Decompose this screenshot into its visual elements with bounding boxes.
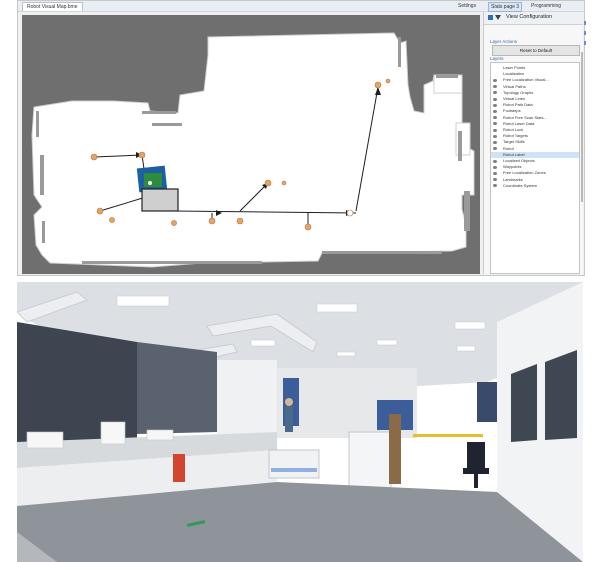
person — [285, 398, 293, 432]
occupancy-map[interactable] — [22, 15, 480, 274]
stats-tool[interactable]: Stats page 3 — [488, 2, 523, 12]
panel-header: View Configuration — [484, 12, 583, 25]
map-application-window: Robot Visual Map.bme Settings Stats page… — [17, 0, 586, 276]
panel-title: View Configuration — [506, 14, 553, 20]
title-strip: Robot Visual Map.bme Settings Stats page… — [18, 1, 584, 12]
reset-to-default-button[interactable]: Reset to Default — [492, 45, 580, 56]
eye-icon[interactable] — [493, 91, 497, 95]
eye-icon[interactable] — [493, 178, 497, 182]
layer-list: Laser Points Localization Free Localizatio… — [490, 62, 580, 274]
eye-icon[interactable] — [493, 103, 497, 107]
layer-item[interactable]: Coordinate System — [491, 183, 579, 189]
eye-icon[interactable] — [493, 147, 497, 151]
eye-icon[interactable] — [493, 116, 497, 120]
lab-photo — [17, 282, 583, 562]
eye-icon[interactable] — [493, 85, 497, 89]
eye-icon[interactable] — [493, 97, 497, 101]
side-tool-icon[interactable] — [584, 31, 586, 35]
eye-icon[interactable] — [493, 165, 497, 169]
eye-icon[interactable] — [493, 134, 497, 138]
eye-icon[interactable] — [493, 122, 497, 126]
eye-icon[interactable] — [493, 159, 497, 163]
dropdown-arrow-icon[interactable] — [495, 15, 501, 20]
eye-icon[interactable] — [493, 78, 497, 82]
layer-label: Coordinate System — [503, 182, 538, 188]
view-configuration-panel: View Configuration Layer Actions Reset t… — [483, 12, 583, 274]
pin-icon[interactable] — [488, 15, 493, 20]
eye-icon[interactable] — [493, 184, 497, 188]
layer-actions-label: Layer Actions — [490, 39, 518, 44]
scrollbar[interactable] — [581, 52, 583, 202]
side-tool-icon[interactable] — [584, 41, 586, 45]
settings-tool[interactable]: Settings — [458, 2, 476, 10]
side-tool-icon[interactable] — [584, 21, 586, 25]
eye-icon[interactable] — [493, 171, 497, 175]
document-tab[interactable]: Robot Visual Map.bme — [22, 2, 83, 11]
mobile-robot — [268, 449, 320, 479]
layers-label: Layers — [490, 56, 504, 61]
programming-tool[interactable]: Programming — [531, 2, 561, 10]
eye-icon[interactable] — [493, 140, 497, 144]
eye-icon[interactable] — [493, 109, 497, 113]
eye-icon[interactable] — [493, 128, 497, 132]
